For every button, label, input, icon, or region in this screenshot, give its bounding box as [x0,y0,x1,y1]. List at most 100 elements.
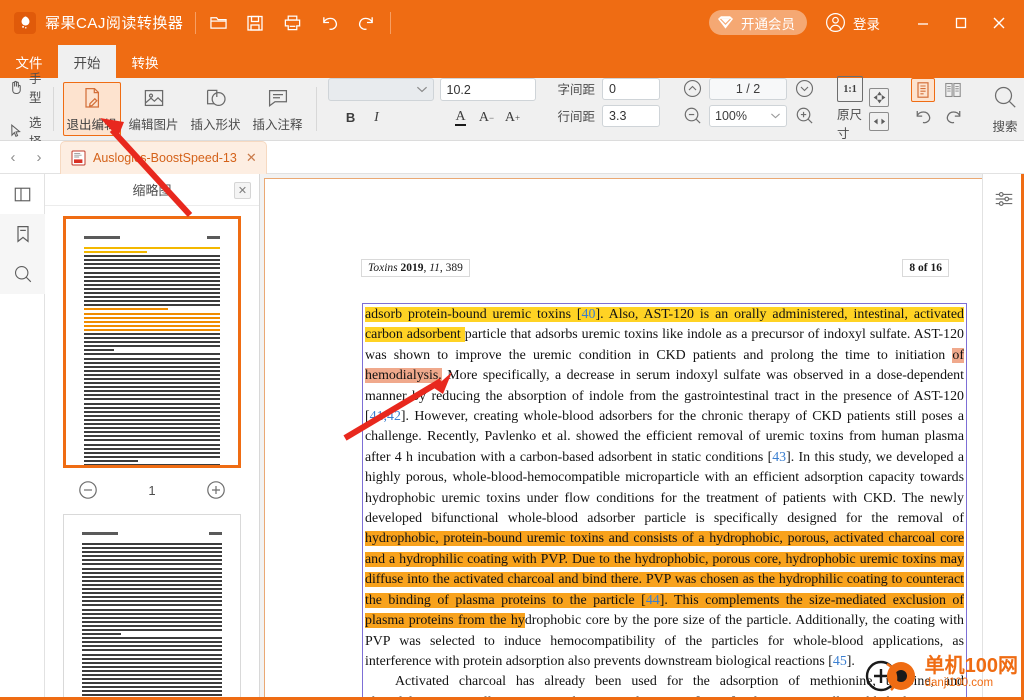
char-spacing-value: 0 [609,81,616,96]
actual-size-button[interactable]: 1:1 原尺寸 [837,76,864,142]
thumbnail-line [84,320,220,323]
citation-reference[interactable]: 41,42 [370,409,401,424]
thumbnail-line [82,678,222,681]
citation-reference[interactable]: 44 [646,593,660,608]
thumbnail-line [84,406,220,409]
char-spacing-input[interactable]: 0 [602,77,661,100]
document-tab-close-icon[interactable]: ✕ [246,150,257,166]
fit-page-icon[interactable] [869,87,890,107]
thumbnail-zoom-in-button[interactable] [206,480,227,501]
edit-image-button[interactable]: 编辑图片 [125,82,183,136]
undo-arrow-icon[interactable] [911,106,935,128]
chevron-up-circle-icon[interactable] [682,79,702,99]
document-tab[interactable]: Auslogics-BoostSpeed-13 ✕ [60,140,267,174]
bookmark-icon [16,226,29,243]
citation-reference[interactable]: 45 [833,654,847,669]
tab-back-button[interactable]: ‹ [0,141,26,174]
redo-icon[interactable] [356,13,376,33]
thumbnail-line [84,296,220,299]
insert-shape-button[interactable]: 插入形状 [187,82,245,136]
redo-arrow-icon[interactable] [941,106,965,128]
page-number-value: 1 / 2 [735,81,761,96]
open-folder-icon[interactable] [208,13,228,33]
thumbnail-line [84,402,220,405]
thumbnail-line [84,394,220,397]
page-number-input[interactable]: 1 / 2 [709,77,788,100]
font-increase-button[interactable]: A + [501,107,525,129]
thumbnail-line [84,255,220,258]
font-family-select[interactable] [327,78,434,101]
hand-tool-button[interactable]: 手型 [8,68,43,106]
sidebar-item-panel-toggle[interactable] [0,174,45,214]
tab-start[interactable]: 开始 [58,45,116,78]
thumbnail-zoom-out-button[interactable] [77,480,98,501]
thumbnail-line [82,653,222,656]
thumbnail-line [84,263,220,266]
bold-button[interactable]: B [339,107,363,129]
spacing-group: 字间距 0 行间距 3.3 [554,77,665,141]
thumbnail-line [84,390,220,393]
tab-forward-button[interactable]: › [26,141,52,174]
maximize-button[interactable] [942,8,980,38]
sidebar-item-search[interactable] [0,254,45,294]
thumbnail-line [84,418,220,421]
titlebar-divider [195,11,197,34]
font-decrease-button[interactable]: A − [475,107,499,129]
thumbnail-line [82,628,222,631]
fit-group: 1:1 原尺寸 [832,76,894,142]
line-spacing-input[interactable]: 3.3 [602,104,661,127]
thumbnail-panel-close-button[interactable]: ✕ [234,182,251,199]
search-button[interactable]: 搜索 [982,84,1024,135]
thumbnail-list[interactable]: 1 [45,206,259,700]
close-button[interactable] [980,8,1018,38]
exit-edit-button[interactable]: 退出编辑 [62,82,121,136]
insert-comment-button[interactable]: 插入注释 [249,82,307,136]
citation-reference[interactable]: 40 [582,307,596,322]
zoom-level-select[interactable]: 100% [709,104,788,127]
thumbnail-line [84,341,220,344]
undo-icon[interactable] [319,13,339,33]
thumbnail-line [84,287,220,290]
thumbnail-line [84,247,220,249]
font-color-label: A [455,108,466,126]
font-size-input[interactable]: 10.2 [439,78,536,101]
login-label: 登录 [853,16,880,32]
line-spacing-value: 3.3 [609,108,627,123]
italic-button[interactable]: I [365,107,389,129]
thumbnail-line [82,547,222,550]
thumbnail-line [84,365,220,368]
thumbnail-item[interactable] [63,514,241,700]
thumbnail-line [82,608,222,611]
print-icon[interactable] [282,13,302,33]
citation-reference[interactable]: 43 [772,450,786,465]
upgrade-membership-button[interactable]: 开通会员 [709,10,807,35]
font-color-button[interactable]: A [449,107,473,129]
zoom-in-icon[interactable] [794,106,814,126]
journal-article-number: 389 [445,262,463,274]
single-page-view-button[interactable] [911,77,936,102]
sidebar-item-bookmarks[interactable] [0,214,45,254]
exit-edit-label: 退出编辑 [66,117,117,132]
thumbnail-line [82,690,222,693]
edit-image-label: 编辑图片 [128,117,179,132]
document-page[interactable]: Toxins 2019, 11, 389 8 of 16 adsorb prot… [264,178,986,700]
properties-sliders-button[interactable] [983,178,1024,220]
thumbnail-line [84,414,220,417]
zoom-out-icon[interactable] [682,106,702,126]
actual-size-label: 原尺寸 [837,108,863,141]
save-icon[interactable] [245,13,265,33]
chevron-down-circle-icon[interactable] [794,79,814,99]
editable-text-block[interactable]: adsorb protein-bound uremic toxins [40].… [362,303,967,699]
minimize-button[interactable] [904,8,942,38]
fit-width-icon[interactable] [869,111,890,131]
document-viewer[interactable]: Toxins 2019, 11, 389 8 of 16 adsorb prot… [260,174,1024,700]
double-page-view-button[interactable] [941,78,965,102]
tab-convert[interactable]: 转换 [116,45,174,78]
thumbnail-header-marks [84,236,220,239]
hand-icon [8,79,24,96]
thumbnail-line [82,583,222,586]
thumbnail-line [82,624,222,627]
thumbnail-item[interactable] [63,216,241,468]
login-button[interactable]: 登录 [825,12,880,33]
thumbnail-line [84,332,220,335]
